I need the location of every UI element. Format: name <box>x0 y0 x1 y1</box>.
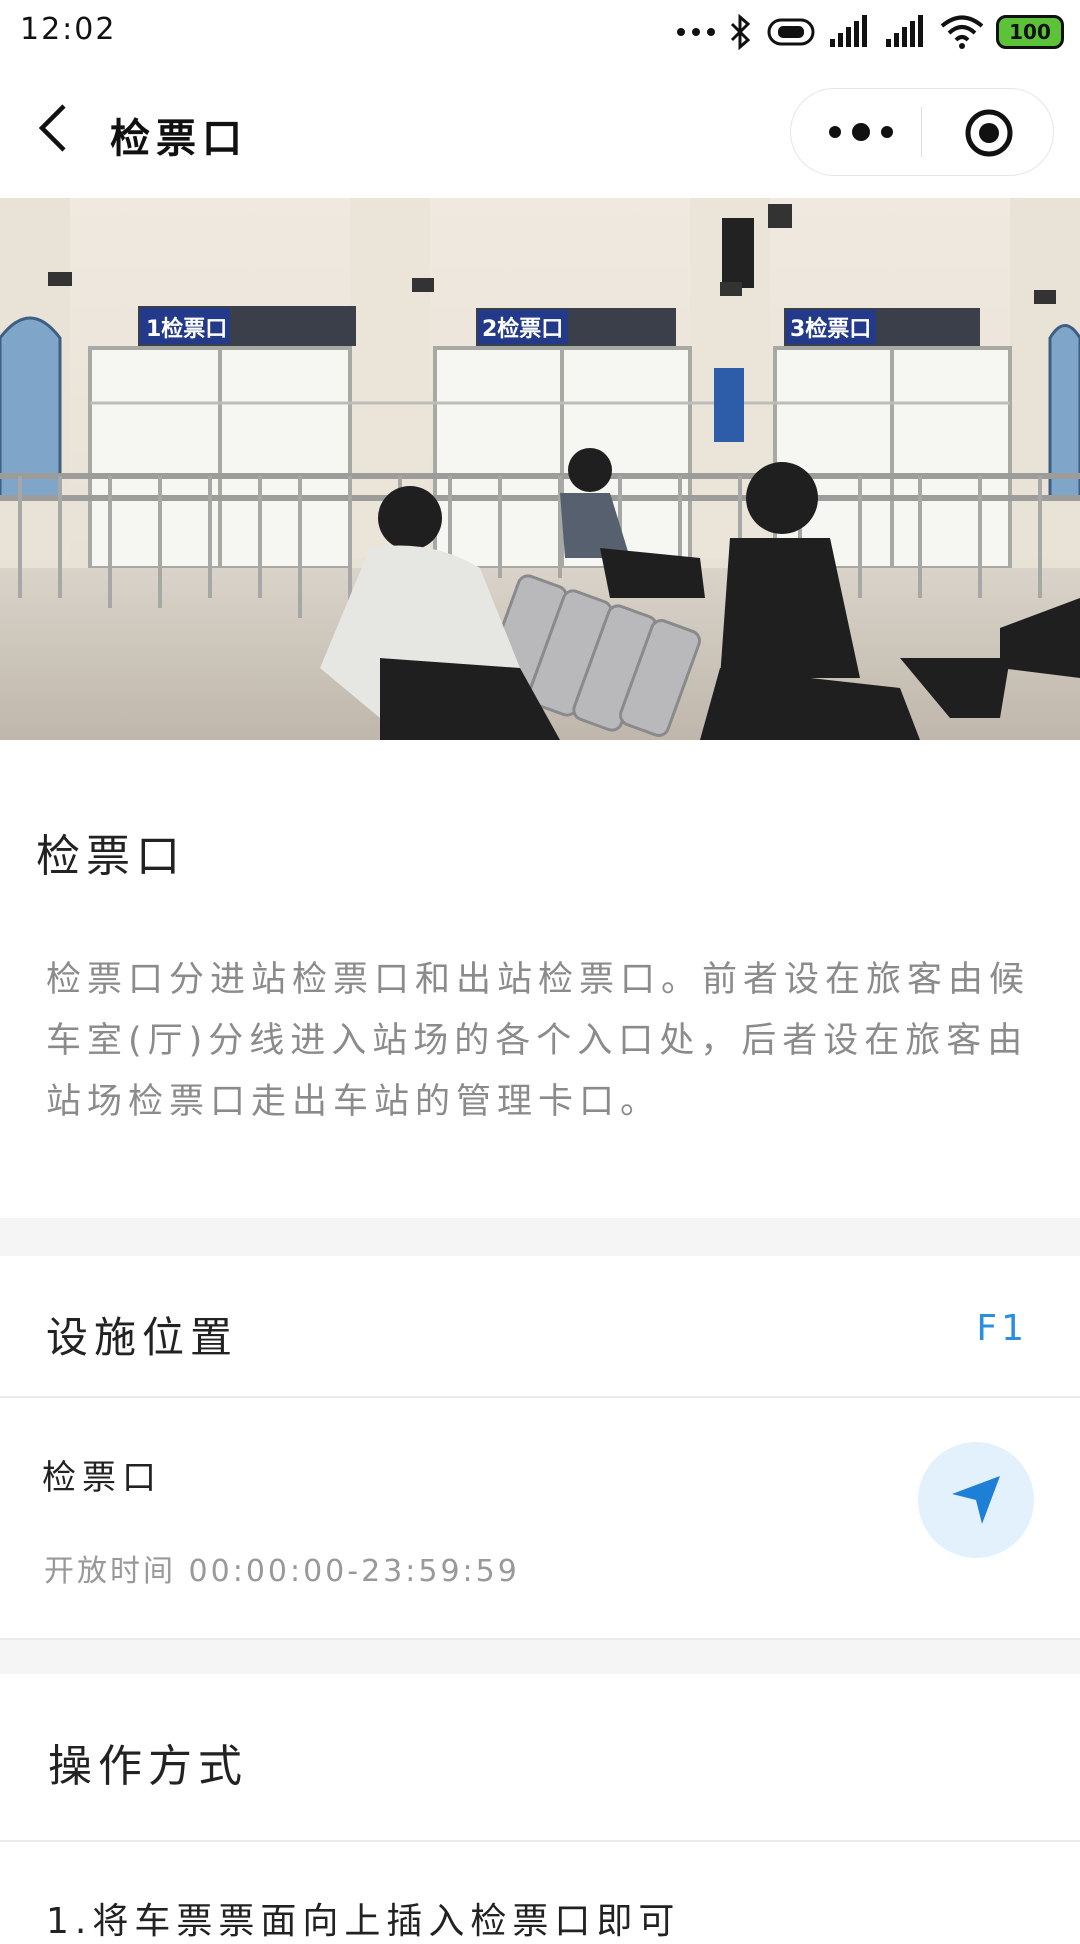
signal-icon-2 <box>886 15 923 47</box>
facility-name: 检票口 <box>42 1458 162 1498</box>
operation-divider <box>0 1840 1080 1842</box>
section-divider-2 <box>0 1640 1080 1674</box>
back-arrow-icon[interactable] <box>30 102 82 154</box>
facility-title: 检票口 <box>36 831 186 882</box>
wifi-icon <box>940 15 984 49</box>
bluetooth-icon <box>730 14 751 50</box>
capsule-divider <box>921 107 922 157</box>
gate-sign-1: 1检票口 <box>146 316 227 342</box>
status-bar: 12:02 100 <box>0 0 1080 64</box>
more-options-icon[interactable] <box>821 107 901 157</box>
operation-section-title: 操作方式 <box>48 1741 248 1792</box>
page-title: 检票口 <box>110 116 248 162</box>
facility-row[interactable]: 检票口 开放时间 00:00:00-23:59:59 <box>0 1398 1080 1640</box>
nav-bar: 检票口 <box>0 64 1080 198</box>
open-hours: 开放时间 00:00:00-23:59:59 <box>44 1554 520 1589</box>
status-time: 12:02 <box>20 12 117 47</box>
close-mini-program-icon[interactable] <box>963 107 1015 159</box>
navigate-button[interactable] <box>918 1442 1034 1558</box>
signal-icon <box>830 15 867 47</box>
location-section-header: 设施位置 F1 <box>0 1256 1080 1398</box>
gate-sign-3: 3检票口 <box>790 316 871 342</box>
mini-program-capsule <box>790 88 1054 176</box>
floor-label[interactable]: F1 <box>976 1308 1028 1349</box>
section-divider <box>0 1218 1080 1256</box>
ticket-gate-photo: 1检票口 2检票口 3检票口 <box>0 198 1080 740</box>
operation-section: 操作方式 1.将车票票面向上插入检票口即可 <box>0 1674 1080 1942</box>
facility-description: 检票口分进站检票口和出站检票口。前者设在旅客由候车室(厅)分线进入站场的各个入口… <box>46 960 1031 1122</box>
vibrate-icon <box>767 18 815 46</box>
operation-step-1: 1.将车票票面向上插入检票口即可 <box>46 1901 681 1942</box>
navigation-arrow-icon <box>952 1476 1000 1524</box>
gate-sign-2: 2检票口 <box>482 316 563 342</box>
battery-icon: 100 <box>996 15 1064 49</box>
more-dots-icon <box>677 28 715 36</box>
status-icons: 100 <box>676 14 1064 50</box>
location-section-title: 设施位置 <box>46 1313 239 1362</box>
